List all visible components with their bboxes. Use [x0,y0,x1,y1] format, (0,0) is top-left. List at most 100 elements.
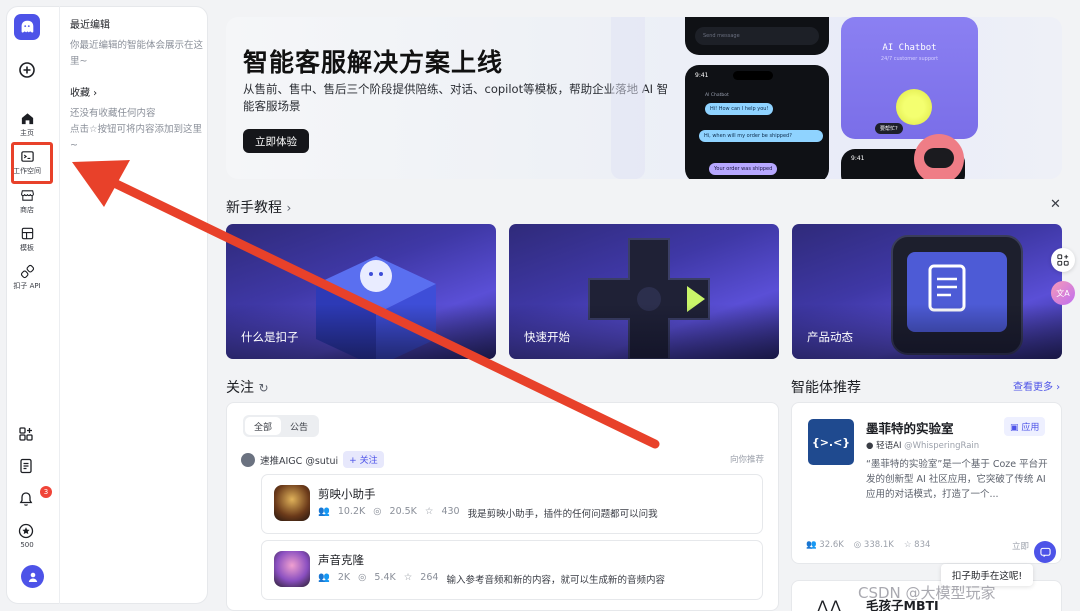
author-name[interactable]: 速推AIGC @sutui [260,453,338,467]
agent-author[interactable]: ● 轻语AI @WhisperingRain [866,439,979,451]
bot-name: AI Chatbot [705,93,729,98]
grid-plus-icon [1057,254,1069,266]
nav-rail [6,6,60,604]
favorites-hint-text: 点击☆按钮可将内容添加到这里~ [70,124,203,151]
rail-item-templates[interactable]: 模板 [2,226,52,253]
rail-item-label: 商店 [20,206,34,214]
app-tag-label: 应用 [1021,423,1040,433]
chat-bubble-icon [1039,547,1051,557]
chat-icon: ◎ [373,506,382,517]
app-tag-icon: ▣ [1010,423,1022,433]
list-item[interactable]: 剪映小助手 👥 10.2K ◎ 20.5K ☆ 430 我是剪映小助手，插件的任何问题… [261,474,763,534]
tutorial-card-label: 产品动态 [807,330,853,344]
user-avatar[interactable] [21,565,44,588]
chatbot-card: AI Chatbot 24/7 customer support 要帮忙? [841,17,978,139]
item-stars: 430 [441,506,460,517]
phone-time: 9:41 [851,155,865,162]
rail-item-label: 模板 [20,244,34,252]
tutorial-card-product-updates[interactable]: 产品动态 [792,224,1062,359]
phone-mockup-chat: 9:41 AI Chatbot Hi! How can I help you! … [685,65,829,179]
item-thumbnail [274,551,310,587]
tutorials-title-text: 新手教程 [226,200,282,216]
item-name: 剪映小助手 [318,487,376,501]
promo-banner[interactable]: 智能客服解决方案上线 从售前、售中、售后三个阶段提供陪练、对话、copilot等… [226,17,1062,179]
item-meta: 👥 2K ◎ 5.4K ☆ 264 输入参考音频和新的内容，就可以生成新的音频内容 [318,572,665,586]
item-description: 输入参考音频和新的内容，就可以生成新的音频内容 [446,575,665,586]
watermark: CSDN @大模型玩家 [858,584,996,602]
apps-grid-icon[interactable] [17,425,35,443]
item-chats: 5.4K [374,572,396,583]
agent-users: 32.6K [819,540,844,550]
bell-icon[interactable] [17,490,35,508]
rail-item-home[interactable]: 主页 [2,111,52,138]
item-chats: 20.5K [389,506,417,517]
coze-logo[interactable] [14,14,40,40]
help-bubble: 要帮忙? [875,123,903,134]
users-icon: 👥 [806,540,820,550]
phone-mockup-top: Send message [685,17,829,55]
agent-description: “墨菲特的实验室”是一个基于 Coze 平台开发的创新型 AI 社区应用，它突破… [866,459,1048,500]
rail-item-label: 扣子 API [13,282,41,290]
agent-chats: 338.1K [863,540,894,550]
points-count: 500 [20,541,34,549]
chatbot-card-title: AI Chatbot [882,43,937,53]
tab-all[interactable]: 全部 [245,417,282,435]
favorites-title[interactable]: 收藏 › [70,84,204,99]
item-name: 声音克隆 [318,553,364,567]
user-icon [28,572,37,582]
favorites-empty-text: 还没有收藏任何内容 [70,108,156,119]
item-description: 我是剪映小助手，插件的任何问题都可以问我 [467,509,658,520]
chat-icon: ◎ [853,540,864,550]
recent-edits-title: 最近编辑 [70,20,110,31]
tab-announcements[interactable]: 公告 [281,417,317,435]
document-icon[interactable] [17,457,35,475]
support-mascot [914,134,964,179]
phone-notch [733,71,773,80]
annotation-highlight-box [11,142,53,184]
store-icon [20,190,34,201]
ghost-logo-icon [21,20,34,33]
rail-item-api[interactable]: 扣子 API [2,264,52,291]
agent-extra[interactable]: 立即 [1012,540,1029,552]
rail-item-store[interactable]: 商店 [2,188,52,215]
try-now-button[interactable]: 立即体验 [243,129,309,153]
tutorial-card-label: 什么是扣子 [241,330,299,344]
home-icon [21,113,33,125]
refresh-icon[interactable]: ↻ [258,381,268,395]
list-item[interactable]: 声音克隆 👥 2K ◎ 5.4K ☆ 264 输入参考音频和新的内容，就可以生成新的音… [261,540,763,600]
banner-decor [611,17,645,179]
translate-float-button[interactable]: 文A [1051,281,1075,305]
item-stars: 264 [420,572,439,583]
cat-face-icon: ⋀⋀ [816,597,843,611]
star-icon: ☆ [903,540,915,550]
follow-tabs: 全部 公告 [243,415,320,437]
create-plus-icon[interactable] [17,60,37,80]
points-star-icon[interactable] [17,522,35,540]
close-icon[interactable]: ✕ [1050,197,1061,212]
star-icon: ☆ [424,506,434,517]
chat-bubble-user: Hi, when will my order be shipped? [699,130,823,142]
author-handle: @WhisperingRain [904,441,980,451]
side-panel: 最近编辑 你最近编辑的智能体会展示在这里~ 收藏 › 还没有收藏任何内容 点击☆… [70,16,204,154]
apps-float-button[interactable] [1051,248,1075,272]
link-icon [20,264,34,279]
tutorial-card-what-is-coze[interactable]: 什么是扣子 [226,224,496,359]
chat-bubble-bot-2: Your order was shipped [709,163,778,175]
agent-name: 墨菲特的实验室 [866,421,954,436]
users-icon: 👥 [318,506,330,517]
author-name: 轻语AI [876,441,902,451]
banner-title: 智能客服解决方案上线 [243,48,504,77]
follow-title: 关注 ↻ [226,377,269,397]
agent-card[interactable]: {>.<} 墨菲特的实验室 ▣ 应用 ● 轻语AI @WhisperingRai… [791,402,1062,564]
tutorial-card-label: 快速开始 [524,330,570,344]
follow-button[interactable]: + 关注 [343,451,384,468]
see-more-link[interactable]: 查看更多 › [1013,378,1060,393]
item-meta: 👥 10.2K ◎ 20.5K ☆ 430 我是剪映小助手，插件的任何问题都可以问我 [318,506,658,520]
assistant-button[interactable] [1034,541,1056,563]
agent-stars: 834 [914,540,931,550]
author-avatar[interactable] [241,452,255,467]
recommend-label: 向你推荐 [729,455,764,465]
tutorial-card-quick-start[interactable]: 快速开始 [509,224,779,359]
users-icon: 👥 [318,572,330,583]
tutorials-title[interactable]: 新手教程 › [226,197,291,217]
